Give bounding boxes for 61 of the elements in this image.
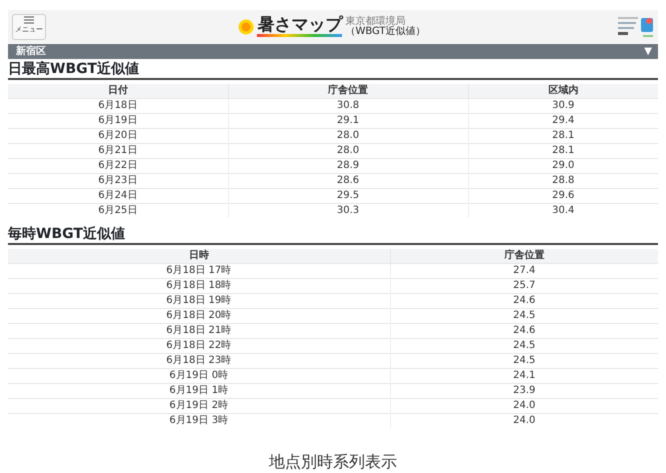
table-cell: 6月19日 1時 [8,384,390,399]
agency-name: 東京都環境局 [345,16,406,26]
column-header: 日時 [8,249,390,264]
table-cell: 30.8 [228,98,468,114]
table-cell: 30.4 [468,204,658,218]
table-cell: 6月23日 [8,174,228,188]
menu-icon [24,16,34,24]
table-cell: 23.9 [390,384,658,399]
table-cell: 6月18日 19時 [8,294,390,309]
table-cell: 6月18日 22時 [8,338,390,354]
table-cell: 28.8 [468,174,658,188]
table-cell: 28.6 [228,174,468,188]
column-header: 庁舎位置 [228,84,468,98]
logo-title: 暑さマップ [257,16,342,38]
table-cell: 28.1 [468,144,658,158]
table-cell: 6月24日 [8,188,228,204]
table-cell: 28.1 [468,128,658,144]
table-cell: 24.6 [390,294,658,309]
table-cell: 6月19日 3時 [8,414,390,428]
table-cell: 28.0 [228,128,468,144]
logo-subtitle: （WBGT近似値） [345,26,426,36]
table-cell: 6月18日 17時 [8,264,390,279]
table-cell: 6月18日 18時 [8,278,390,294]
table-cell: 29.5 [228,188,468,204]
section-heading: 日最高WBGT近似値 [8,60,658,80]
table-cell: 6月18日 21時 [8,324,390,339]
table-cell: 6月21日 [8,144,228,158]
column-header: 庁舎位置 [390,249,658,264]
table-cell: 30.9 [468,98,658,114]
table-cell: 24.5 [390,354,658,369]
table-cell: 27.4 [390,264,658,279]
table-cell: 29.0 [468,158,658,174]
table-cell: 24.0 [390,398,658,414]
table-cell: 28.9 [228,158,468,174]
table-cell: 6月20日 [8,128,228,144]
table-cell: 6月22日 [8,158,228,174]
column-header: 区域内 [468,84,658,98]
table-cell: 25.7 [390,278,658,294]
table-cell: 6月18日 20時 [8,308,390,324]
table-cell: 6月19日 0時 [8,368,390,384]
section-heading: 毎時WBGT近似値 [8,225,658,246]
table-cell: 24.6 [390,324,658,339]
table-cell: 29.1 [228,114,468,128]
table-cell: 29.6 [468,188,658,204]
table-cell: 29.4 [468,114,658,128]
table-cell: 6月25日 [8,204,228,218]
table-cell: 6月19日 [8,114,228,128]
table-cell: 24.1 [390,368,658,384]
table-cell: 24.0 [390,414,658,428]
table-cell: 6月18日 23時 [8,354,390,369]
caption-text: 地点別時系列表示 [268,451,398,473]
table-cell: 6月18日 [8,98,228,114]
sun-icon [238,18,254,34]
table-cell: 30.3 [228,204,468,218]
table-cell: 24.5 [390,338,658,354]
table-cell: 28.0 [228,144,468,158]
map-logo-icon [618,14,654,39]
column-header: 日付 [8,84,228,98]
region-select[interactable]: 新宿区 ▼ [8,44,658,59]
table-cell: 24.5 [390,308,658,324]
table-cell: 6月19日 2時 [8,398,390,414]
